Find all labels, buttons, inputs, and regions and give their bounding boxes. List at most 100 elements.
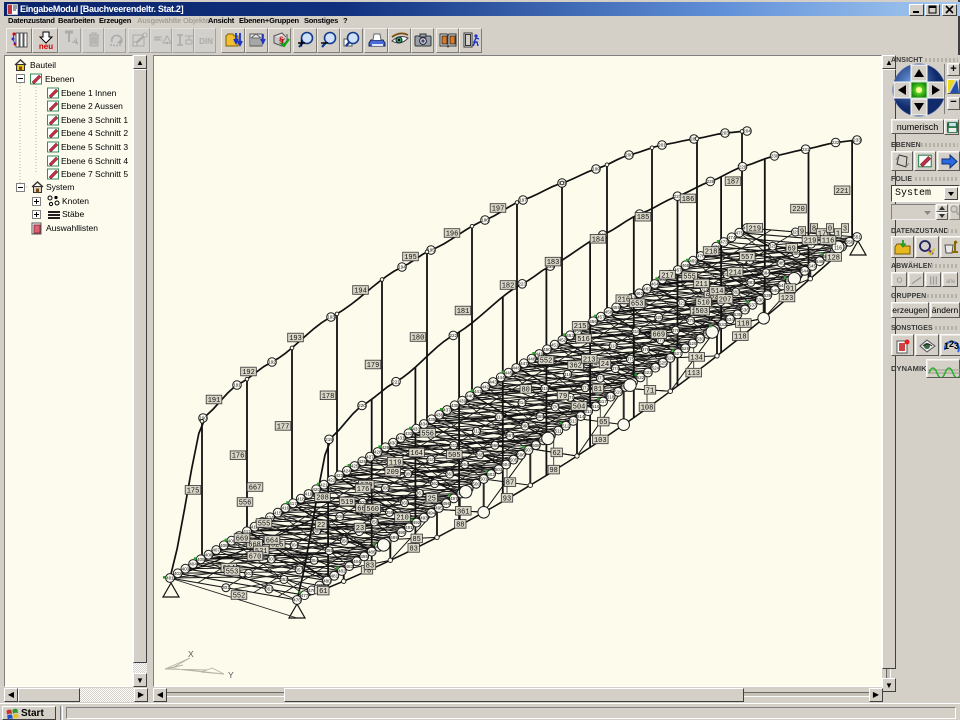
svg-text:81: 81 (594, 386, 602, 394)
svg-text:204: 204 (743, 129, 751, 134)
svg-text:425: 425 (351, 464, 359, 469)
svg-text:502: 502 (487, 472, 495, 477)
svg-text:83: 83 (366, 563, 374, 571)
svg-text:435: 435 (428, 417, 436, 422)
svg-text:196: 196 (446, 231, 459, 239)
svg-text:505: 505 (510, 457, 518, 462)
svg-text:433: 433 (412, 426, 420, 431)
svg-text:476: 476 (293, 598, 301, 603)
svg-text:382: 382 (732, 290, 740, 295)
svg-text:98: 98 (549, 467, 557, 475)
svg-text:546: 546 (816, 259, 824, 264)
svg-text:232: 232 (832, 140, 840, 145)
svg-text:364: 364 (461, 462, 469, 467)
svg-text:475: 475 (735, 230, 743, 235)
svg-text:228: 228 (707, 179, 715, 184)
svg-text:538: 538 (756, 298, 764, 303)
svg-text:432: 432 (405, 431, 413, 436)
svg-text:406: 406 (205, 552, 213, 557)
svg-text:3: 3 (843, 226, 847, 234)
svg-text:451: 451 (551, 342, 559, 347)
svg-text:367: 367 (506, 433, 514, 438)
svg-text:Y: Y (228, 670, 234, 680)
svg-text:362: 362 (569, 363, 582, 371)
svg-text:441: 441 (474, 389, 482, 394)
svg-text:539: 539 (764, 293, 772, 298)
svg-text:535: 535 (734, 312, 742, 317)
svg-text:88: 88 (456, 521, 464, 529)
svg-text:208: 208 (316, 495, 329, 503)
svg-text:316: 316 (564, 372, 572, 377)
svg-text:217: 217 (661, 272, 674, 280)
svg-text:314: 314 (518, 400, 526, 405)
svg-text:372: 372 (581, 385, 589, 390)
svg-text:194: 194 (354, 288, 367, 296)
svg-text:494: 494 (428, 511, 436, 516)
svg-text:533: 533 (719, 322, 727, 327)
svg-text:356: 356 (341, 539, 349, 544)
svg-text:8: 8 (812, 226, 816, 234)
svg-text:482: 482 (338, 569, 346, 574)
svg-text:185: 185 (637, 214, 650, 222)
svg-text:496: 496 (442, 501, 450, 506)
svg-text:523: 523 (644, 370, 652, 375)
svg-text:X: X (188, 649, 194, 659)
svg-text:192: 192 (268, 360, 276, 365)
svg-text:neu: neu (39, 42, 53, 50)
svg-text:513: 513 (569, 419, 577, 424)
svg-text:24: 24 (601, 361, 609, 369)
svg-text:186: 186 (682, 196, 695, 204)
svg-text:379: 379 (687, 318, 695, 323)
svg-text:378: 378 (672, 328, 680, 333)
svg-text:404: 404 (189, 562, 197, 567)
svg-text:421: 421 (320, 482, 328, 487)
svg-text:495: 495 (435, 506, 443, 511)
svg-text:85: 85 (412, 536, 420, 544)
svg-text:303: 303 (268, 557, 276, 562)
svg-text:301: 301 (222, 585, 230, 590)
svg-text:557: 557 (741, 254, 754, 262)
svg-text:525: 525 (659, 361, 667, 366)
svg-text:504: 504 (573, 404, 586, 412)
svg-text:373: 373 (597, 376, 605, 381)
svg-text:221: 221 (392, 379, 400, 384)
svg-text:505: 505 (448, 452, 461, 460)
svg-text:201: 201 (658, 143, 666, 148)
svg-text:222: 222 (449, 333, 457, 338)
svg-text:438: 438 (451, 403, 459, 408)
svg-text:417: 417 (289, 501, 297, 506)
svg-text:219: 219 (748, 225, 761, 233)
svg-text:363: 363 (446, 472, 454, 477)
svg-text:552: 552 (540, 358, 553, 366)
svg-text:191: 191 (233, 383, 241, 388)
svg-text:177: 177 (277, 423, 290, 431)
svg-text:408: 408 (220, 543, 228, 548)
svg-text:556: 556 (421, 430, 434, 438)
svg-text:517: 517 (599, 399, 607, 404)
svg-text:411: 411 (243, 529, 251, 534)
svg-text:552: 552 (233, 593, 246, 601)
svg-text:214: 214 (729, 269, 742, 277)
svg-text:193: 193 (327, 315, 335, 320)
svg-text:416: 416 (282, 506, 290, 511)
svg-text:464: 464 (651, 282, 659, 287)
svg-text:184: 184 (592, 236, 605, 244)
svg-text:415: 415 (274, 510, 282, 515)
svg-text:423: 423 (335, 473, 343, 478)
svg-text:491: 491 (405, 525, 413, 530)
svg-text:459: 459 (612, 305, 620, 310)
svg-text:23: 23 (356, 525, 364, 533)
svg-text:468: 468 (682, 263, 690, 268)
svg-text:418: 418 (297, 496, 305, 501)
svg-text:518: 518 (607, 394, 615, 399)
svg-text:176: 176 (232, 453, 245, 461)
svg-text:508: 508 (532, 443, 540, 448)
svg-text:180: 180 (412, 335, 425, 343)
svg-text:221: 221 (836, 188, 849, 196)
svg-text:119: 119 (389, 459, 402, 467)
svg-text:213: 213 (583, 356, 596, 364)
svg-text:365: 365 (476, 452, 484, 457)
svg-text:69: 69 (787, 245, 795, 253)
svg-text:483: 483 (345, 564, 353, 569)
svg-text:181: 181 (457, 308, 470, 316)
